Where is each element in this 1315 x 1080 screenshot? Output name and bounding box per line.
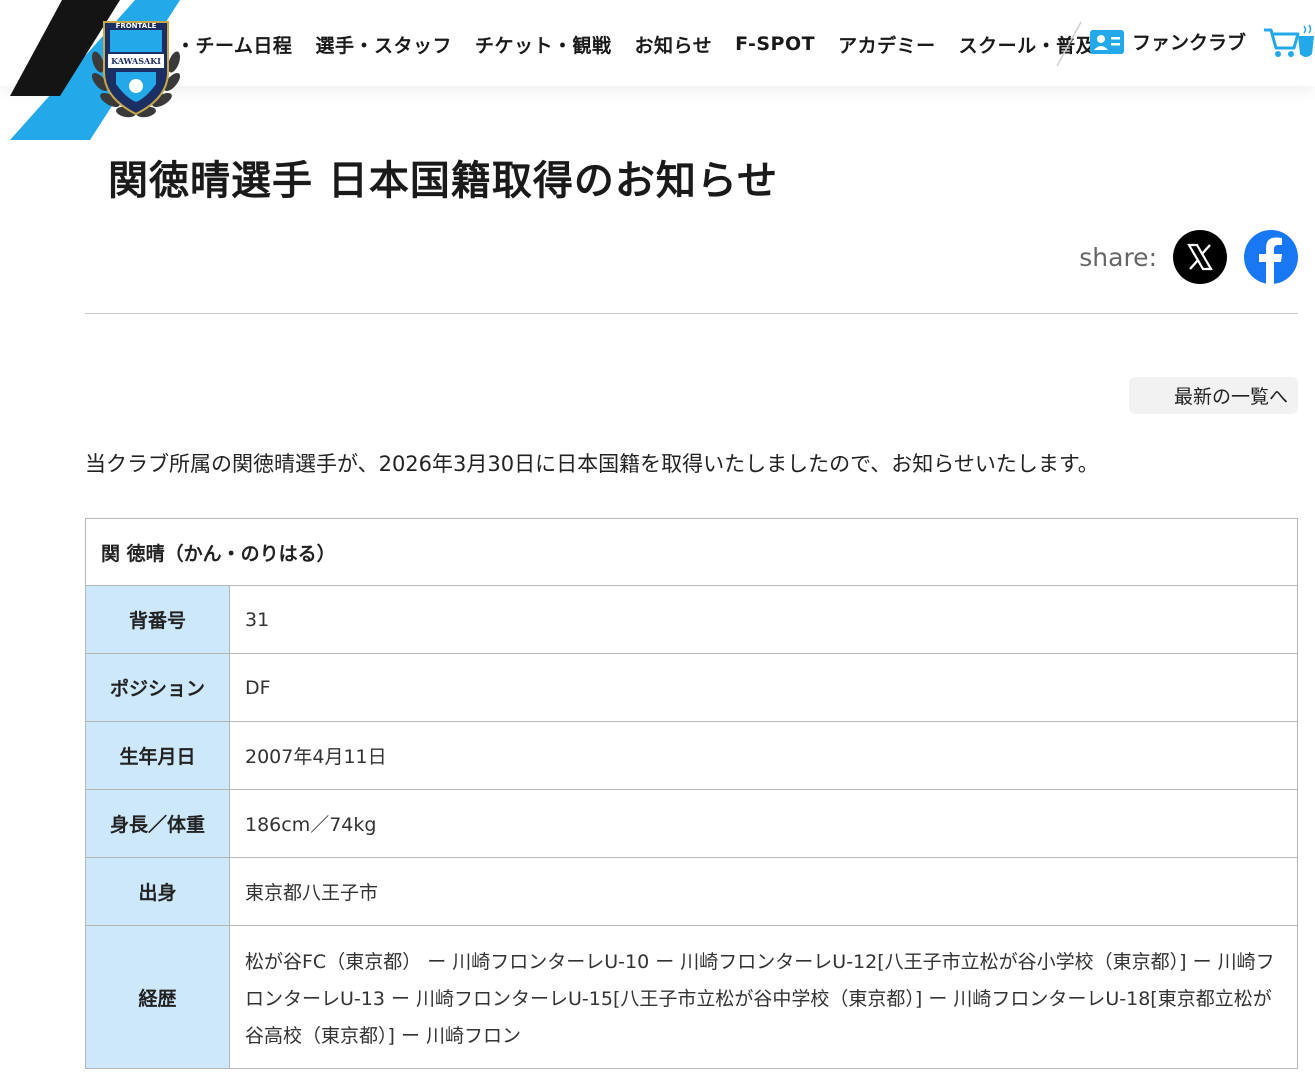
title-divider [85, 313, 1298, 314]
player-profile-table: 関 徳晴（かん・のりはる） 背番号 31 ポジション DF 生年月日 2007年… [85, 518, 1298, 1069]
logo-text-mid: KAWASAKI [111, 56, 161, 66]
table-row: 身長／体重 186cm／74kg [86, 790, 1297, 858]
table-row: 生年月日 2007年4月11日 [86, 722, 1297, 790]
shopping-cart-icon[interactable] [1262, 22, 1315, 62]
nav-item-news[interactable]: お知らせ [634, 31, 712, 58]
club-emblem-logo[interactable]: FRONTALE KAWASAKI [86, 2, 186, 122]
x-icon [1187, 243, 1213, 271]
nav-item-schedule[interactable]: ・チーム日程 [176, 31, 292, 58]
main-nav: ・チーム日程 選手・スタッフ チケット・観戦 お知らせ F-SPOT アカデミー… [176, 28, 1118, 60]
nav-divider [1056, 21, 1082, 67]
row-value-career-cell: 松が谷FC（東京都） ー 川崎フロンターレU-10 ー 川崎フロンターレU-12… [230, 926, 1297, 1068]
nav-item-players[interactable]: 選手・スタッフ [315, 31, 452, 58]
row-value-position: DF [245, 676, 271, 699]
row-label-position: ポジション [86, 654, 230, 721]
row-label-hometown: 出身 [86, 858, 230, 925]
row-value-birthdate: 2007年4月11日 [245, 746, 387, 768]
site-header: FRONTALE KAWASAKI ・チーム日程 選手・スタッフ チケット・観戦… [0, 0, 1315, 140]
share-facebook-button[interactable] [1244, 230, 1298, 284]
logo-text-top: FRONTALE [116, 22, 157, 30]
row-label-career: 経歴 [86, 926, 230, 1068]
career-wrap: 松が谷FC（東京都） ー 川崎フロンターレU-10 ー 川崎フロンターレU-12… [245, 944, 1277, 1068]
row-value-number: 31 [245, 608, 270, 631]
fanclub-label: ファンクラブ [1132, 32, 1247, 54]
player-name-header: 関 徳晴（かん・のりはる） [86, 519, 1297, 586]
row-label-height-weight: 身長／体重 [86, 790, 230, 857]
table-row: 出身 東京都八王子市 [86, 858, 1297, 926]
facebook-icon [1259, 237, 1282, 284]
table-row: 経歴 松が谷FC（東京都） ー 川崎フロンターレU-10 ー 川崎フロンターレU… [86, 926, 1297, 1068]
fanclub-link[interactable]: ファンクラブ [1090, 28, 1246, 55]
table-row: 背番号 31 [86, 586, 1297, 654]
nav-item-tickets[interactable]: チケット・観戦 [475, 31, 612, 58]
row-value-career: 松が谷FC（東京都） ー 川崎フロンターレU-10 ー 川崎フロンターレU-12… [245, 951, 1275, 1047]
share-x-button[interactable] [1173, 230, 1227, 284]
table-row: ポジション DF [86, 654, 1297, 722]
nav-item-fspot[interactable]: F-SPOT [735, 33, 815, 55]
row-value-height-weight: 186cm／74kg [245, 814, 377, 836]
row-value-hometown: 東京都八王子市 [245, 882, 379, 904]
member-card-icon [1090, 29, 1124, 54]
share-label: share: [1079, 242, 1157, 272]
page-title: 関徳晴選手 日本国籍取得のお知らせ [108, 158, 779, 204]
back-to-list-link[interactable]: 最新の一覧へ [1129, 377, 1298, 414]
row-label-birthdate: 生年月日 [86, 722, 230, 789]
row-label-number: 背番号 [86, 586, 230, 653]
nav-item-academy[interactable]: アカデミー [838, 31, 936, 58]
share-bar: share: [1079, 230, 1298, 284]
article-lead: 当クラブ所属の関徳晴選手が、2026年3月30日に日本国籍を取得いたしましたので… [85, 452, 1099, 476]
